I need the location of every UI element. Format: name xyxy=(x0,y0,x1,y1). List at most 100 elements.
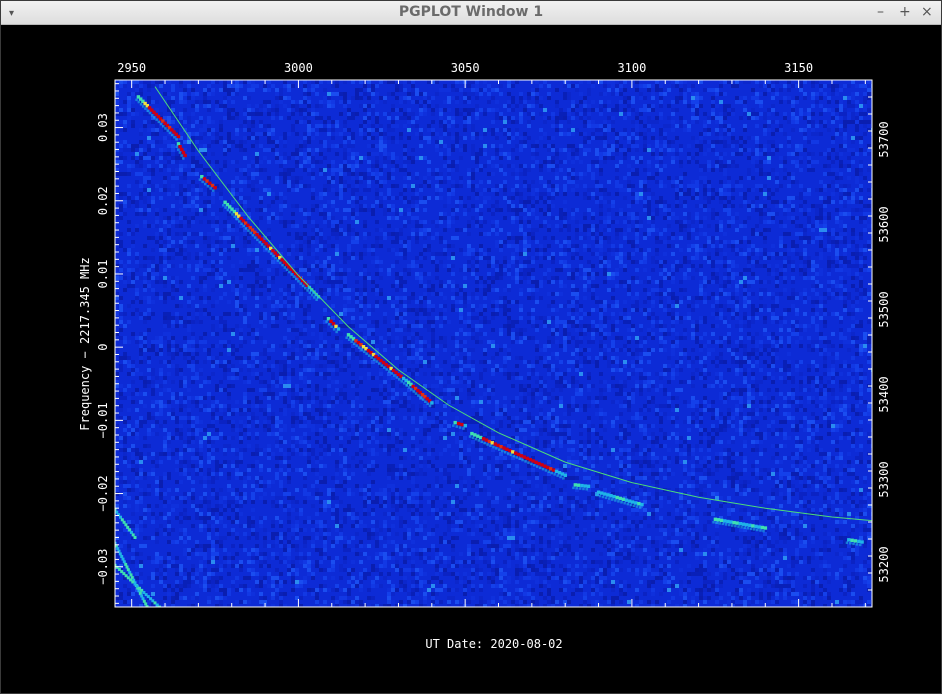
heatmap-cell xyxy=(231,108,235,112)
heatmap-cell xyxy=(507,264,511,268)
heatmap-cell xyxy=(599,100,603,104)
heatmap-cell xyxy=(191,220,195,224)
heatmap-cell xyxy=(839,296,843,300)
heatmap-cell xyxy=(867,224,871,228)
minimize-icon[interactable]: – xyxy=(877,4,884,20)
heatmap-cell xyxy=(743,284,747,288)
heatmap-cell xyxy=(527,224,531,228)
heatmap-cell xyxy=(763,256,767,260)
heatmap-cell xyxy=(763,252,767,256)
heatmap-cell xyxy=(195,136,199,140)
heatmap-cell xyxy=(595,272,599,276)
heatmap-cell xyxy=(147,192,151,196)
heatmap-cell xyxy=(687,104,691,108)
heatmap-cell xyxy=(743,196,747,200)
heatmap-cell xyxy=(679,220,683,224)
heatmap-cell xyxy=(599,260,603,264)
close-icon[interactable]: × xyxy=(921,4,933,20)
heatmap-cell xyxy=(147,236,151,240)
heatmap-cell xyxy=(147,176,151,180)
heatmap-cell xyxy=(355,240,359,244)
heatmap-cell xyxy=(715,160,719,164)
heatmap-cell xyxy=(491,224,495,228)
heatmap-cell xyxy=(599,312,603,316)
heatmap-cell xyxy=(655,212,659,216)
heatmap-cell xyxy=(255,152,259,156)
heatmap-cell xyxy=(659,304,663,308)
heatmap-cell xyxy=(195,164,199,168)
heatmap-cell xyxy=(195,160,199,164)
heatmap-cell xyxy=(647,248,651,252)
heatmap-cell xyxy=(239,124,243,128)
heatmap-cell xyxy=(419,304,423,308)
heatmap-cell xyxy=(583,224,587,228)
heatmap-cell xyxy=(359,208,363,212)
heatmap-cell xyxy=(343,120,347,124)
heatmap-cell xyxy=(607,264,611,268)
heatmap-cell xyxy=(563,260,567,264)
heatmap-cell xyxy=(859,280,863,284)
heatmap-cell xyxy=(607,152,611,156)
heatmap-cell xyxy=(219,120,223,124)
heatmap-cell xyxy=(307,92,311,96)
heatmap-cell xyxy=(635,116,639,120)
heatmap-cell xyxy=(227,280,231,284)
heatmap-cell xyxy=(787,232,791,236)
heatmap-cell xyxy=(295,100,299,104)
heatmap-cell xyxy=(667,272,671,276)
heatmap-cell xyxy=(655,144,659,148)
heatmap-cell xyxy=(215,260,219,264)
heatmap-cell xyxy=(479,164,483,168)
heatmap-cell xyxy=(339,184,343,188)
heatmap-cell xyxy=(575,152,579,156)
heatmap-cell xyxy=(739,248,743,252)
heatmap-cell xyxy=(643,232,647,236)
heatmap-cell xyxy=(635,160,639,164)
heatmap-cell xyxy=(139,88,143,92)
heatmap-cell xyxy=(307,244,311,248)
heatmap-cell xyxy=(667,140,671,144)
heatmap-cell xyxy=(827,260,831,264)
window-titlebar[interactable]: ▾ PGPLOT Window 1 – + × xyxy=(1,1,941,25)
heatmap-cell xyxy=(603,192,607,196)
heatmap-cell xyxy=(335,80,339,84)
heatmap-cell xyxy=(379,228,383,232)
heatmap-cell xyxy=(615,164,619,168)
heatmap-cell xyxy=(127,104,131,108)
heatmap-cell xyxy=(511,252,515,256)
heatmap-cell xyxy=(343,124,347,128)
heatmap-cell xyxy=(659,200,663,204)
heatmap-cell xyxy=(735,80,739,84)
heatmap-cell xyxy=(363,92,367,96)
heatmap-cell xyxy=(671,80,675,84)
heatmap-cell xyxy=(803,312,807,316)
heatmap-cell xyxy=(595,180,599,184)
heatmap-cell xyxy=(387,176,391,180)
heatmap-cell xyxy=(255,168,259,172)
heatmap-cell xyxy=(811,300,815,304)
heatmap-cell xyxy=(255,188,259,192)
heatmap-cell xyxy=(163,224,167,228)
heatmap-cell xyxy=(251,84,255,88)
heatmap-cell xyxy=(315,80,319,84)
heatmap-cell xyxy=(583,312,587,316)
heatmap-cell xyxy=(847,120,851,124)
heatmap-cell xyxy=(655,80,659,84)
heatmap-cell xyxy=(155,220,159,224)
heatmap-cell xyxy=(519,208,523,212)
heatmap-cell xyxy=(319,236,323,240)
heatmap-cell xyxy=(679,120,683,124)
heatmap-cell xyxy=(811,104,815,108)
heatmap-cell xyxy=(711,108,715,112)
heatmap-cell xyxy=(807,208,811,212)
heatmap-cell xyxy=(771,88,775,92)
heatmap-cell xyxy=(375,284,379,288)
heatmap-cell xyxy=(647,88,651,92)
heatmap-cell xyxy=(319,192,323,196)
maximize-icon[interactable]: + xyxy=(899,4,911,20)
heatmap-cell xyxy=(339,180,343,184)
heatmap-cell xyxy=(719,240,723,244)
heatmap-cell xyxy=(827,184,831,188)
heatmap-cell xyxy=(147,272,151,276)
heatmap-cell xyxy=(131,276,135,280)
